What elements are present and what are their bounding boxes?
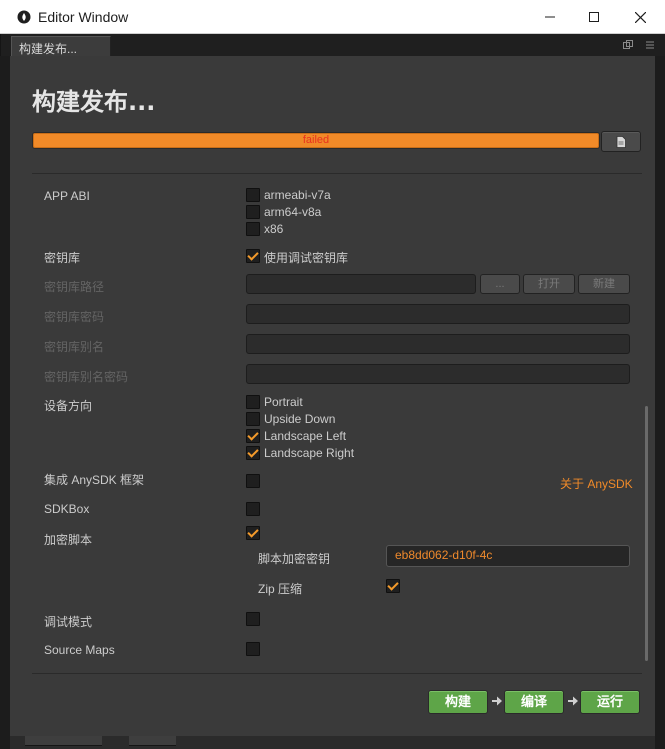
build-button[interactable]: 构建 xyxy=(428,690,488,714)
menu-icon[interactable] xyxy=(645,40,655,50)
abi-x86-checkbox[interactable] xyxy=(246,222,260,236)
open-button[interactable]: 打开 xyxy=(523,274,575,294)
keystore-password-input[interactable] xyxy=(246,304,630,324)
abi-option-label: x86 xyxy=(264,222,284,236)
anysdk-checkbox[interactable] xyxy=(246,474,260,488)
zip-compress-label: Zip 压缩 xyxy=(258,582,303,596)
page-title: 构建发布... xyxy=(32,88,156,116)
orientation-option-label: Landscape Left xyxy=(264,429,347,443)
tab-build-publish[interactable]: 构建发布... xyxy=(11,36,111,56)
divider-top xyxy=(32,173,642,174)
encrypt-script-label: 加密脚本 xyxy=(44,533,93,547)
source-maps-checkbox[interactable] xyxy=(246,642,260,656)
build-progress-bar: failed xyxy=(32,132,600,149)
keystore-path-label: 密钥库路径 xyxy=(44,280,105,294)
keystore-alias-label: 密钥库别名 xyxy=(44,340,105,354)
close-icon xyxy=(634,11,646,23)
orientation-upside-down-checkbox[interactable] xyxy=(246,412,260,426)
bottom-strip xyxy=(10,736,655,749)
maximize-icon xyxy=(589,12,599,22)
orientation-option-label: Upside Down xyxy=(264,412,336,426)
right-edge xyxy=(655,56,665,749)
keystore-label: 密钥库 xyxy=(44,251,81,265)
orientation-landscape-right-checkbox[interactable] xyxy=(246,446,260,460)
use-debug-keystore-label: 使用调试密钥库 xyxy=(264,251,349,265)
title-bar: Editor Window xyxy=(0,0,665,34)
keystore-alias-password-input[interactable] xyxy=(246,364,630,384)
abi-armeabi-v7a-checkbox[interactable] xyxy=(246,188,260,202)
scrollbar-thumb[interactable] xyxy=(645,406,648,661)
new-button[interactable]: 新建 xyxy=(578,274,630,294)
keystore-path-input[interactable] xyxy=(246,274,476,294)
arrow-right-icon xyxy=(492,696,502,706)
orientation-option-label: Landscape Right xyxy=(264,446,355,460)
close-button[interactable] xyxy=(617,0,663,34)
use-debug-keystore-checkbox[interactable] xyxy=(246,249,260,263)
minimize-button[interactable] xyxy=(527,0,573,34)
script-key-input[interactable]: eb8dd062-d10f-4c xyxy=(386,545,630,567)
browse-button[interactable]: ... xyxy=(480,274,520,294)
script-key-label: 脚本加密密钥 xyxy=(258,552,331,566)
app-logo-icon xyxy=(17,10,31,24)
window-title: Editor Window xyxy=(38,9,129,25)
left-edge xyxy=(0,56,10,749)
popout-icon[interactable] xyxy=(623,40,633,50)
keystore-password-label: 密钥库密码 xyxy=(44,310,105,324)
abi-option-label: arm64-v8a xyxy=(264,205,322,219)
orientation-label: 设备方向 xyxy=(44,399,93,413)
minimize-icon xyxy=(545,16,555,18)
orientation-portrait-checkbox[interactable] xyxy=(246,395,260,409)
arrow-right-icon xyxy=(568,696,578,706)
open-log-button[interactable] xyxy=(601,131,641,152)
divider-bottom xyxy=(32,673,642,674)
progress-status: failed xyxy=(302,134,330,146)
keystore-alias-password-label: 密钥库别名密码 xyxy=(44,370,129,384)
run-button[interactable]: 运行 xyxy=(580,690,640,714)
abi-arm64-v8a-checkbox[interactable] xyxy=(246,205,260,219)
sdkbox-label: SDKBox xyxy=(44,502,90,516)
source-maps-label: Source Maps xyxy=(44,643,115,657)
maximize-button[interactable] xyxy=(571,0,617,34)
zip-compress-checkbox[interactable] xyxy=(386,579,400,593)
document-icon xyxy=(616,135,626,148)
background-panel-edge xyxy=(129,736,176,746)
compile-button[interactable]: 编译 xyxy=(504,690,564,714)
build-panel: 构建发布... failed APP ABI armeabi-v7a arm64… xyxy=(10,56,655,736)
debug-mode-checkbox[interactable] xyxy=(246,612,260,626)
about-anysdk-link[interactable]: 关于 AnySDK xyxy=(560,475,633,492)
keystore-alias-input[interactable] xyxy=(246,334,630,354)
tab-strip: 构建发布... xyxy=(0,34,665,56)
background-panel-edge xyxy=(25,736,102,746)
encrypt-script-checkbox[interactable] xyxy=(246,526,260,540)
orientation-landscape-left-checkbox[interactable] xyxy=(246,429,260,443)
orientation-option-label: Portrait xyxy=(264,395,303,409)
anysdk-label: 集成 AnySDK 框架 xyxy=(44,473,145,487)
sdkbox-checkbox[interactable] xyxy=(246,502,260,516)
abi-option-label: armeabi-v7a xyxy=(264,188,331,202)
app-abi-label: APP ABI xyxy=(44,189,90,203)
debug-mode-label: 调试模式 xyxy=(44,615,93,629)
